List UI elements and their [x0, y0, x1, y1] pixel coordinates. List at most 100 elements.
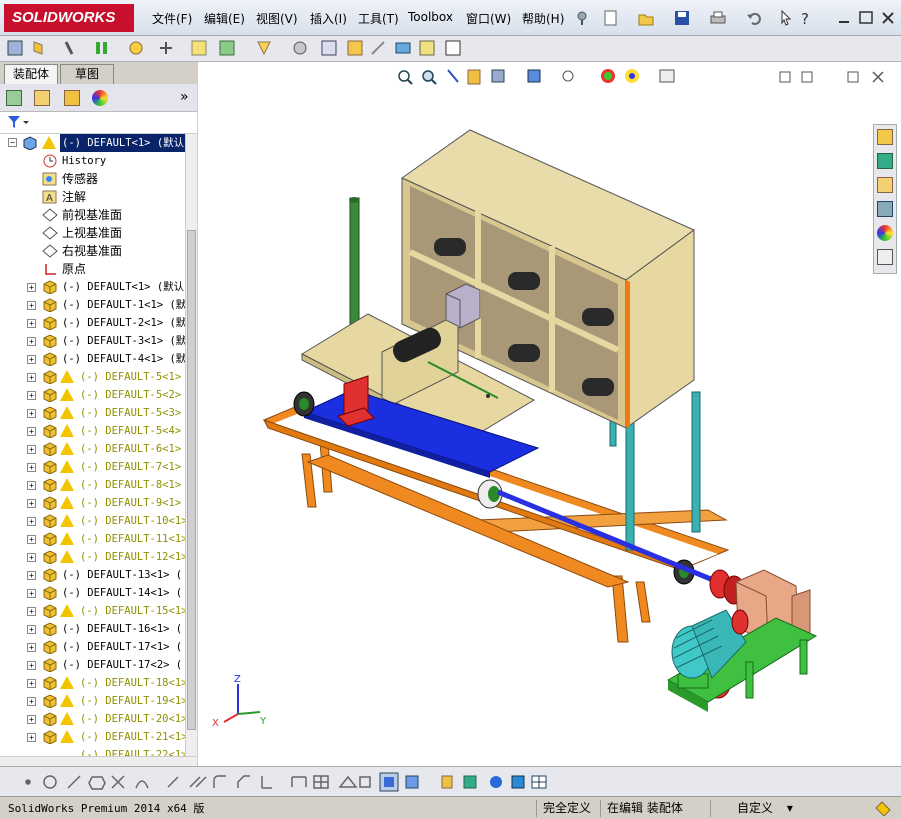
fillet-icon[interactable]: [213, 775, 226, 788]
tree-item-component[interactable]: + (-) DEFAULT-12<1>: [0, 548, 185, 566]
tree-item-origin[interactable]: 原点: [0, 260, 185, 278]
expand-icon[interactable]: +: [27, 571, 36, 580]
tree-item-component[interactable]: + (-) DEFAULT-17<2> (: [0, 656, 185, 674]
tree-item-component[interactable]: + (-) DEFAULT-4<1> (默: [0, 350, 185, 368]
expand-icon[interactable]: +: [27, 733, 36, 742]
expand-icon[interactable]: +: [27, 319, 36, 328]
menu-file[interactable]: 文件(F): [152, 10, 192, 27]
solidworks-resources-icon[interactable]: [877, 129, 893, 145]
solidworks-logo[interactable]: SOLIDWORKS: [4, 4, 134, 32]
tab-sketch[interactable]: 草图: [60, 64, 114, 84]
tree-item-annotations[interactable]: A 注解: [0, 188, 185, 206]
expand-icon[interactable]: +: [27, 481, 36, 490]
restore-window-icon[interactable]: [856, 8, 876, 28]
appearances-icon[interactable]: [877, 225, 893, 241]
new-motion-study-icon[interactable]: [293, 41, 307, 55]
offset-icon[interactable]: [167, 776, 179, 788]
expand-icon[interactable]: +: [27, 391, 36, 400]
select-icon[interactable]: [776, 8, 796, 28]
tree-item-component-partial[interactable]: (-) DEFAULT-22<1>: [0, 746, 185, 756]
expand-icon[interactable]: +: [27, 715, 36, 724]
expand-icon[interactable]: +: [27, 697, 36, 706]
open-document-icon[interactable]: [636, 8, 656, 28]
viewport-split-icon[interactable]: [801, 71, 813, 83]
tree-item-component[interactable]: + (-) DEFAULT-5<4>: [0, 422, 185, 440]
tree-item-component[interactable]: + (-) DEFAULT-5<2>: [0, 386, 185, 404]
tree-item-top-plane[interactable]: 上视基准面: [0, 224, 185, 242]
feature-manager-icon[interactable]: [6, 90, 22, 106]
tree-scrollbar[interactable]: [185, 134, 197, 756]
interference-detection-icon[interactable]: [395, 42, 411, 54]
expand-icon[interactable]: +: [27, 301, 36, 310]
chamfer-icon[interactable]: [237, 775, 250, 788]
insert-components-icon[interactable]: [7, 40, 23, 56]
tree-item-right-plane[interactable]: 右视基准面: [0, 242, 185, 260]
edit-appearance-icon[interactable]: [601, 69, 615, 83]
expand-icon[interactable]: +: [27, 625, 36, 634]
view-orientation-icon[interactable]: [491, 69, 505, 83]
viewport-minimize-icon[interactable]: [779, 71, 791, 83]
tree-item-sensors[interactable]: 传感器: [0, 170, 185, 188]
filter-icon[interactable]: [6, 113, 32, 133]
undo-icon[interactable]: [744, 8, 764, 28]
show-hidden-icon[interactable]: [191, 40, 207, 56]
smart-fasteners-icon[interactable]: [129, 41, 143, 55]
property-manager-icon[interactable]: [34, 90, 50, 106]
measure-icon[interactable]: [463, 775, 477, 789]
expand-icon[interactable]: +: [27, 643, 36, 652]
tree-item-component[interactable]: + (-) DEFAULT-13<1> (: [0, 566, 185, 584]
move-component-icon[interactable]: [160, 42, 172, 54]
configuration-manager-icon[interactable]: [64, 90, 80, 106]
tree-item-component[interactable]: + (-) DEFAULT-14<1> (: [0, 584, 185, 602]
expand-icon[interactable]: +: [27, 445, 36, 454]
tree-item-component[interactable]: + (-) DEFAULT-16<1> (: [0, 620, 185, 638]
tree-item-component[interactable]: + (-) DEFAULT-3<1> (默: [0, 332, 185, 350]
previous-view-icon[interactable]: [447, 69, 459, 83]
expand-icon[interactable]: +: [27, 589, 36, 598]
help-icon[interactable]: ?: [796, 8, 816, 28]
menu-tools[interactable]: 工具(T): [358, 10, 399, 27]
grid-icon[interactable]: [313, 775, 329, 789]
spline-icon[interactable]: [135, 780, 149, 789]
rebuild-status-icon[interactable]: [874, 800, 892, 816]
exploded-view-icon[interactable]: [347, 40, 363, 56]
tree-item-component[interactable]: + (-) DEFAULT-8<1>: [0, 476, 185, 494]
assembly-model[interactable]: Z Y X: [198, 62, 901, 766]
expand-panel-icon[interactable]: »: [180, 89, 189, 105]
mass-properties-icon[interactable]: [490, 776, 502, 788]
line-icon[interactable]: [67, 775, 81, 789]
tree-item-component[interactable]: + (-) DEFAULT-2<1> (默: [0, 314, 185, 332]
expand-icon[interactable]: +: [27, 679, 36, 688]
graphics-area[interactable]: Z Y X: [198, 62, 901, 766]
table-icon[interactable]: [531, 775, 547, 789]
sketch-icon[interactable]: [338, 775, 358, 788]
viewport-close-icon[interactable]: [872, 71, 884, 83]
bill-of-materials-icon[interactable]: [321, 40, 337, 56]
new-part-icon[interactable]: [33, 41, 43, 55]
tab-assembly[interactable]: 装配体: [4, 64, 58, 84]
tree-filter[interactable]: [0, 112, 197, 134]
rebuild-icon[interactable]: [441, 775, 453, 789]
expand-icon[interactable]: +: [27, 463, 36, 472]
collapse-icon[interactable]: −: [8, 138, 17, 147]
units-dropdown-icon[interactable]: ▾: [787, 801, 793, 815]
file-explorer-icon[interactable]: [877, 177, 893, 193]
apply-scene-icon[interactable]: [625, 69, 639, 83]
tree-item-component[interactable]: + (-) DEFAULT-15<1>: [0, 602, 185, 620]
component-pattern-icon[interactable]: [96, 42, 107, 54]
expand-icon[interactable]: +: [27, 427, 36, 436]
expand-icon[interactable]: +: [27, 535, 36, 544]
tree-item-component[interactable]: + (-) DEFAULT-11<1>: [0, 530, 185, 548]
menu-edit[interactable]: 编辑(E): [204, 10, 245, 27]
assembly-features-icon[interactable]: [219, 40, 235, 56]
view-palette-icon[interactable]: [877, 201, 893, 217]
tree-item-component[interactable]: + (-) DEFAULT-20<1>: [0, 710, 185, 728]
scroll-thumb[interactable]: [187, 230, 196, 730]
design-library-icon[interactable]: [877, 153, 893, 169]
expand-icon[interactable]: +: [27, 499, 36, 508]
mate-icon[interactable]: [64, 41, 74, 55]
tree-item-component[interactable]: + (-) DEFAULT-1<1> (默: [0, 296, 185, 314]
expand-icon[interactable]: +: [27, 409, 36, 418]
hide-show-items-icon[interactable]: [562, 70, 574, 82]
tree-item-component[interactable]: + (-) DEFAULT-5<3>: [0, 404, 185, 422]
